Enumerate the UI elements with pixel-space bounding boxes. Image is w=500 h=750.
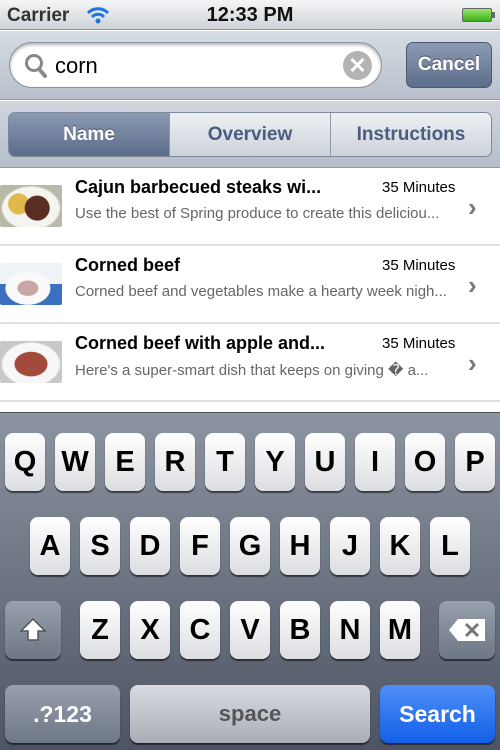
key-l[interactable]: L xyxy=(430,517,470,575)
recipe-description: Use the best of Spring produce to create… xyxy=(75,205,440,222)
recipe-title: Corned beef xyxy=(75,255,181,275)
search-key[interactable]: Search xyxy=(380,685,495,743)
numbers-key[interactable]: .?123 xyxy=(5,685,120,743)
list-item[interactable]: Corned beef 35 Minutes Corned beef and v… xyxy=(0,246,500,324)
key-i[interactable]: I xyxy=(355,433,395,491)
list-item[interactable]: Corned beef with apple and... 35 Minutes… xyxy=(0,324,500,402)
key-k[interactable]: K xyxy=(380,517,420,575)
status-bar: Carrier 12:33 PM xyxy=(0,0,500,30)
recipe-title: Cajun barbecued steaks wi... xyxy=(75,177,322,197)
recipe-description: Here's a super-smart dish that keeps on … xyxy=(75,362,429,379)
scope-bar: Name Overview Instructions xyxy=(0,101,500,168)
battery-icon xyxy=(462,8,495,22)
shift-icon xyxy=(19,617,47,641)
recipe-duration: 35 Minutes xyxy=(382,335,456,352)
key-d[interactable]: D xyxy=(130,517,170,575)
key-q[interactable]: Q xyxy=(5,433,45,491)
chevron-right-icon: › xyxy=(468,192,477,222)
recipe-duration: 35 Minutes xyxy=(382,179,456,196)
recipe-thumbnail xyxy=(0,185,62,227)
key-p[interactable]: P xyxy=(455,433,495,491)
segment-name[interactable]: Name xyxy=(9,113,169,156)
key-e[interactable]: E xyxy=(105,433,145,491)
backspace-icon xyxy=(449,619,485,641)
recipe-thumbnail xyxy=(0,263,62,305)
shift-key[interactable] xyxy=(5,601,61,659)
key-v[interactable]: V xyxy=(230,601,270,659)
segment-instructions[interactable]: Instructions xyxy=(330,113,491,156)
key-u[interactable]: U xyxy=(305,433,345,491)
key-j[interactable]: J xyxy=(330,517,370,575)
key-n[interactable]: N xyxy=(330,601,370,659)
key-x[interactable]: X xyxy=(130,601,170,659)
key-o[interactable]: O xyxy=(405,433,445,491)
keyboard: Q W E R T Y U I O P A S D F G H J K L Z X C V B N M .?123 space Sear… xyxy=(0,412,500,750)
recipe-duration: 35 Minutes xyxy=(382,257,456,274)
key-h[interactable]: H xyxy=(280,517,320,575)
key-g[interactable]: G xyxy=(230,517,270,575)
key-f[interactable]: F xyxy=(180,517,220,575)
cancel-button[interactable]: Cancel xyxy=(406,42,492,88)
key-z[interactable]: Z xyxy=(80,601,120,659)
backspace-key[interactable] xyxy=(439,601,495,659)
segment-overview[interactable]: Overview xyxy=(169,113,330,156)
key-y[interactable]: Y xyxy=(255,433,295,491)
clock: 12:33 PM xyxy=(206,4,294,26)
key-t[interactable]: T xyxy=(205,433,245,491)
recipe-title: Corned beef with apple and... xyxy=(75,333,326,353)
list-item[interactable]: Cajun barbecued steaks wi... 35 Minutes … xyxy=(0,168,500,246)
key-s[interactable]: S xyxy=(80,517,120,575)
chevron-right-icon: › xyxy=(468,348,477,378)
clear-icon[interactable]: ✕ xyxy=(343,51,372,80)
key-r[interactable]: R xyxy=(155,433,195,491)
search-input[interactable] xyxy=(55,53,335,79)
scope-segmented-control: Name Overview Instructions xyxy=(8,112,492,157)
recipe-description: Corned beef and vegetables make a hearty… xyxy=(75,283,447,300)
search-bar: ✕ Cancel xyxy=(0,31,500,100)
key-a[interactable]: A xyxy=(30,517,70,575)
key-m[interactable]: M xyxy=(380,601,420,659)
search-icon xyxy=(25,54,47,78)
key-c[interactable]: C xyxy=(180,601,220,659)
recipe-thumbnail xyxy=(0,341,62,383)
key-w[interactable]: W xyxy=(55,433,95,491)
key-b[interactable]: B xyxy=(280,601,320,659)
chevron-right-icon: › xyxy=(468,270,477,300)
space-key[interactable]: space xyxy=(130,685,370,743)
search-field[interactable]: ✕ xyxy=(9,42,382,88)
